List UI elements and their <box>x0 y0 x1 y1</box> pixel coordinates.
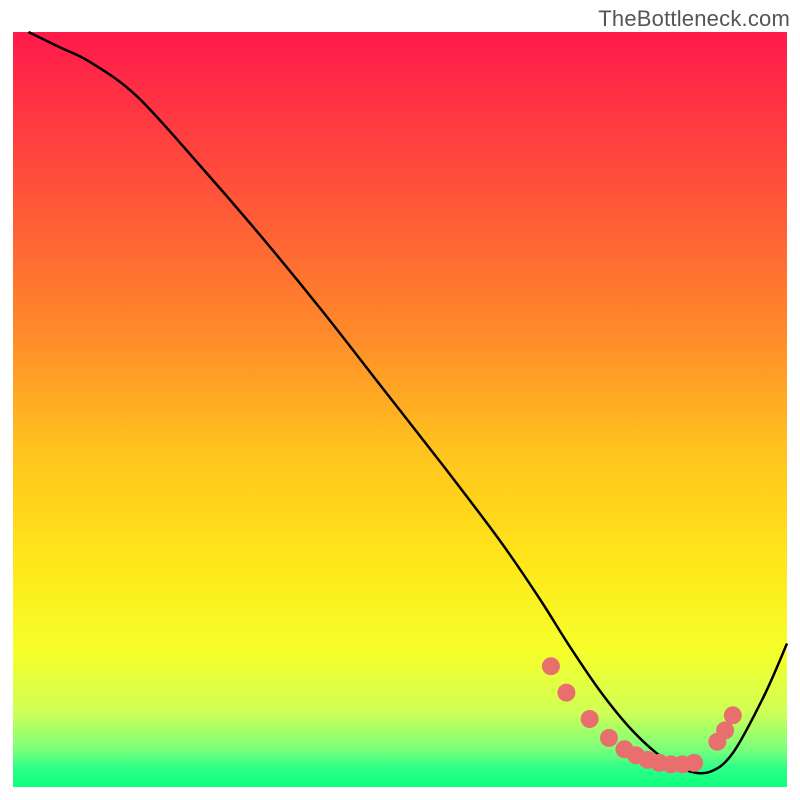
marker-dot <box>581 710 599 728</box>
marker-dot <box>557 684 575 702</box>
bottleneck-chart <box>0 0 800 800</box>
marker-dot <box>724 706 742 724</box>
marker-dot <box>685 754 703 772</box>
marker-dot <box>600 729 618 747</box>
marker-dot <box>542 657 560 675</box>
attribution-label: TheBottleneck.com <box>598 6 790 32</box>
chart-stage: TheBottleneck.com <box>0 0 800 800</box>
